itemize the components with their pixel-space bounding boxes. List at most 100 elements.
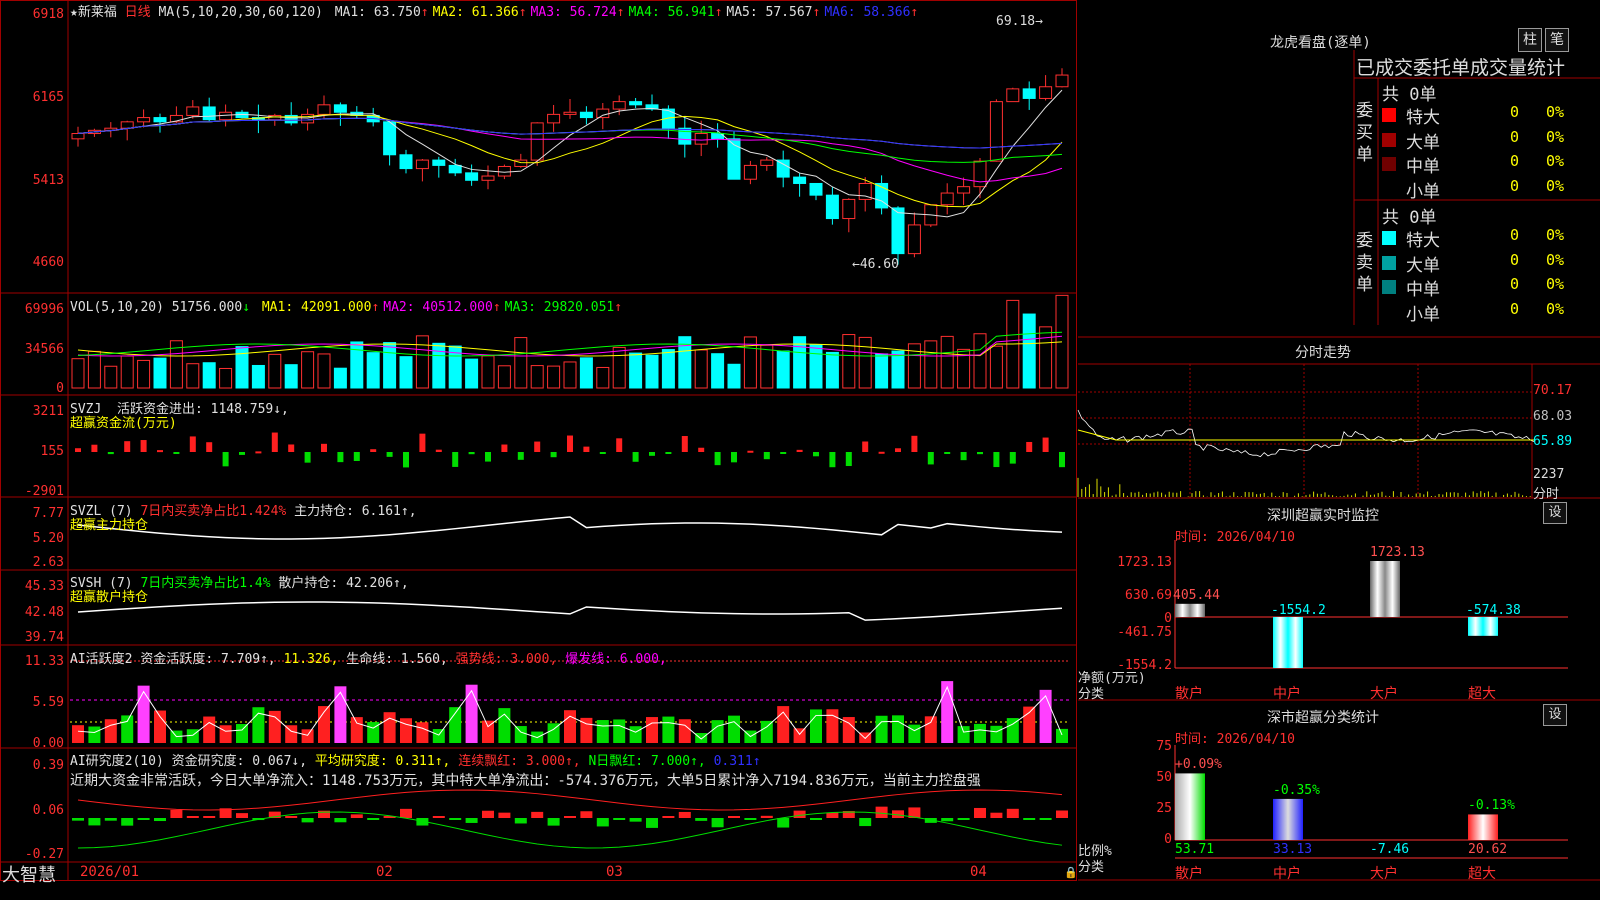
ai2-bar-26	[482, 810, 494, 818]
fs-price-line	[1077, 409, 1535, 458]
ma-value-6: MA6: 58.366↑	[824, 5, 919, 20]
svzj-ytick-3: -2901	[24, 484, 64, 499]
period-label[interactable]: 日线	[125, 5, 151, 20]
svzj-bar-47	[829, 452, 836, 468]
ai1-bar-18	[350, 717, 363, 743]
svzl-text1: 7日内买卖净占比1.424%	[140, 504, 287, 519]
candle-body-32	[579, 111, 593, 119]
svzj-bar-43	[763, 452, 770, 460]
fs-ytick-1: 70.17	[1533, 383, 1573, 398]
svzj-bar-56	[977, 452, 983, 455]
svzj-bar-38	[681, 436, 688, 452]
ai2-text4: N日飘红: 7.000↑,	[588, 754, 706, 769]
szm-cat-label: 分类	[1078, 687, 1105, 702]
vol-bar-41	[727, 363, 741, 389]
ai2-bar-37	[662, 816, 675, 818]
buy-row-name-2: 大单	[1406, 132, 1440, 153]
svzj-bar-54	[944, 452, 951, 454]
ai1-bar-11	[236, 724, 248, 743]
tick-mode-button[interactable]: 笔	[1545, 28, 1569, 52]
ai1-bar-22	[416, 722, 429, 743]
svsh-line	[77, 601, 1063, 621]
svzj-bar-10	[222, 452, 229, 467]
szm-ytick-2: 630.69	[1125, 588, 1172, 603]
svzj-bar-33	[599, 452, 606, 454]
ai1-bar-41	[728, 715, 740, 743]
vol-bar-21	[399, 356, 413, 389]
sell-row-swatch-2	[1382, 255, 1396, 270]
ai1-ytick-1: 11.33	[24, 654, 64, 669]
candle-body-20	[383, 121, 397, 156]
sz-monitor-settings-button[interactable]: 设	[1543, 502, 1567, 524]
ai2-bar-42	[744, 818, 757, 820]
ai2-bar-15	[301, 818, 314, 823]
ai1-bar-3	[104, 719, 117, 743]
vol-bar-39	[694, 349, 708, 389]
sell-total: 共 0单	[1382, 208, 1437, 228]
vol-ma-values: MA1: 42091.000↑ MA2: 40512.000↑ MA3: 29820…	[258, 300, 622, 315]
svzj-bar-42	[747, 450, 754, 453]
fs-ytick-4: 2237	[1533, 467, 1565, 482]
sell-row-v-3: 0	[1510, 275, 1520, 293]
svzl-line	[77, 516, 1063, 540]
szc-ytick-3: 25	[1156, 801, 1172, 816]
candle-body-48	[842, 198, 856, 220]
candle-body-8	[186, 106, 200, 116]
svzj-bar-6	[157, 450, 163, 453]
vol-ma-value-1-arrow: ↑	[371, 300, 380, 315]
svzj-bar-14	[288, 444, 295, 452]
ai2-bar-7	[170, 809, 183, 818]
ai2-bar-49	[859, 818, 872, 827]
svzl-ytick-3: 2.63	[32, 555, 64, 570]
svzj-bar-29	[534, 441, 541, 452]
lhb-subtitle: 已成交委托单成交量统计	[1356, 57, 1566, 79]
ai2-bar-44	[777, 818, 790, 828]
candle-body-21	[399, 154, 413, 170]
ma-value-4: MA4: 56.941↑	[628, 5, 723, 20]
svzj-bar-58	[1009, 452, 1016, 464]
vol-bar-17	[333, 367, 347, 389]
vol-bar-19	[366, 352, 380, 389]
svzj-bar-34	[616, 438, 623, 452]
ai2-bar-29	[531, 811, 544, 818]
vol-bar-60	[1039, 326, 1053, 389]
szm-ytick-4: -461.75	[1117, 625, 1172, 640]
column-mode-button[interactable]: 柱	[1518, 28, 1542, 52]
ai2-text1: 资金研究度: 0.067↓,	[171, 754, 308, 769]
svzj-bar-4	[124, 441, 131, 452]
vol-bar-15	[301, 351, 315, 389]
svzj-bar-41	[731, 452, 737, 463]
sz-class-settings-button[interactable]: 设	[1543, 704, 1567, 726]
candle-body-55	[957, 186, 971, 194]
ai1-bar-45	[793, 728, 806, 743]
sell-row-swatch-1	[1382, 231, 1396, 245]
ma-value-3: MA3: 56.724↑	[530, 5, 625, 20]
ai1-header: AI活跃度2 资金活跃度: 7.709↑, 11.326, 生命线: 1.560…	[70, 648, 667, 667]
vol-bar-8	[186, 363, 200, 389]
svzj-bar-57	[993, 452, 1000, 468]
ai1-bar-40	[711, 720, 724, 743]
svzj-bar-13	[271, 432, 278, 452]
svzj-bar-5	[140, 440, 147, 452]
main-ytick-3: 5413	[32, 173, 64, 188]
candle-body-46	[809, 182, 823, 196]
ai2-bar-46	[810, 818, 822, 820]
vol-label: VOL(5,10,20)	[70, 300, 164, 315]
candle-body-35	[629, 101, 643, 106]
vol-ma-value-2: MA2: 40512.000↑	[383, 300, 501, 315]
ai1-bar-39	[695, 732, 708, 743]
lock-icon[interactable]: 🔒	[1064, 866, 1078, 879]
ai2-bar-1	[72, 818, 84, 821]
candle-body-5	[137, 117, 151, 123]
vol-bar-44	[776, 350, 790, 389]
szc-delta-2: -0.35%	[1273, 782, 1320, 798]
vol-bar-37	[661, 349, 675, 389]
ai1-bar-51	[892, 715, 904, 743]
szc-value-2: 33.13	[1273, 842, 1313, 857]
stock-name: ★新莱福	[70, 5, 117, 20]
ai2-bar-34	[613, 818, 626, 820]
vol-bar-5	[137, 359, 151, 389]
vol-bar-12	[251, 364, 265, 389]
ai2-bar-54	[941, 818, 954, 822]
ai1-bar-17	[334, 686, 347, 743]
